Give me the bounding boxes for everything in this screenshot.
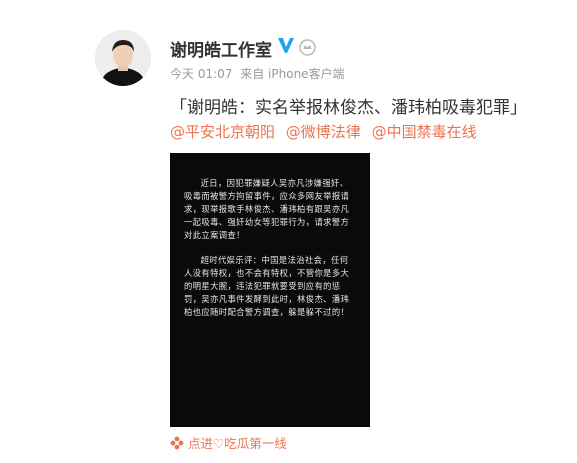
mention-link[interactable]: @中国禁毒在线 [372,123,477,141]
avatar[interactable] [95,30,151,86]
post-headline: 「谢明皓：实名举报林俊杰、潘玮柏吸毒犯罪」 [170,98,527,118]
mention-link[interactable]: @微博法律 [286,123,361,141]
post-meta: 今天 01:07 来自 iPhone客户端 [170,65,349,82]
image-paragraph: 近日，因犯罪嫌疑人吴亦凡涉嫌强奸、吸毒而被警方拘留事件，应众多网友举报请求，现举… [184,178,350,240]
post-source[interactable]: 来自 iPhone客户端 [240,67,344,81]
flower-icon [170,436,184,450]
verified-v-icon [278,38,294,53]
post-time[interactable]: 今天 01:07 [170,67,232,81]
post-image-text: 近日，因犯罪嫌疑人吴亦凡涉嫌强奸、吸毒而被警方拘留事件，应众多网友举报请求，现举… [184,177,356,331]
mention-link[interactable]: @平安北京朝阳 [170,123,275,141]
member-badge-icon[interactable] [299,39,316,56]
topic-link-text: 点进♡吃瓜第一线 [188,436,287,451]
author-name[interactable]: 谢明皓工作室 [170,36,272,61]
weibo-post-card: 谢明皓工作室 今天 01:07 来自 iPhone客户端 「谢明皓：实名举报林俊… [0,0,577,463]
image-paragraph: 超时代娱乐评：中国是法治社会，任何人没有特权，也不会有特权，不管你是多大的明星大… [184,255,350,317]
post-image[interactable]: 近日，因犯罪嫌疑人吴亦凡涉嫌强奸、吸毒而被警方拘留事件，应众多网友举报请求，现举… [170,153,370,427]
topic-link[interactable]: 点进♡吃瓜第一线 [170,433,287,452]
mention-list: @平安北京朝阳 @微博法律 @中国禁毒在线 [170,121,483,142]
